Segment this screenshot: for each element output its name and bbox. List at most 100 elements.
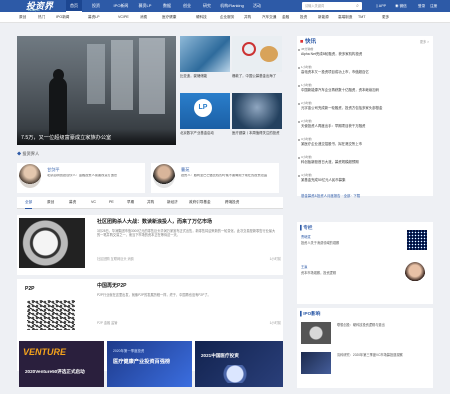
tab-new-economy[interactable]: 新经济: [167, 197, 178, 208]
person-card-2[interactable]: 曹苑 投资人：跟阿里巴巴做比较的时候不要局限于现在的投资范围: [151, 163, 279, 193]
flash-text[interactable]: 某基金完成50亿元人民币募集: [301, 178, 429, 182]
wechat-link[interactable]: ◉ 微信: [395, 0, 407, 12]
flash-news-item[interactable]: 2小时前 天使投资人再度出手：早期项目获千万融资: [298, 119, 429, 128]
nav-item-research[interactable]: 研究: [200, 0, 214, 12]
banner-text: 2021中国医疗投资: [201, 353, 239, 358]
column-author-desc: 投资人关于消费领域的观察: [301, 241, 340, 245]
nav-item-ipo[interactable]: IPO新闻: [110, 0, 132, 12]
column-author-name[interactable]: 曹继斌: [301, 235, 311, 240]
flash-footer-link[interactable]: 基金募资&投资人月度报告 · 全部 · 下载: [301, 194, 429, 198]
article-title[interactable]: 社区团购杀人大战：数读新浪投人，而来了万亿市场: [97, 219, 212, 225]
person-description: 北京启明创投合伙人：金融投资人需要改变打造思: [47, 174, 118, 177]
subnav-item[interactable]: 投资: [300, 12, 307, 23]
tab-all[interactable]: 全部: [25, 197, 33, 209]
thumb-image-2[interactable]: [232, 36, 282, 72]
section-title-people: ◆ 投资界人: [17, 151, 39, 156]
avatar: [19, 164, 41, 188]
subnav-item[interactable]: TMT: [358, 12, 365, 23]
flash-text[interactable]: 中国新能源汽车企业再获数十亿融资，资本继续加码: [301, 88, 429, 92]
nav-item-startup[interactable]: 创业: [180, 0, 194, 12]
flash-news-item[interactable]: 1小时前 中国新能源汽车企业再获数十亿融资，资本继续加码: [298, 83, 429, 92]
flash-more-link[interactable]: 更多 >: [420, 40, 429, 45]
thumb-caption-1[interactable]: 比亚迪，豪赌储能: [180, 74, 230, 79]
hero-banner[interactable]: 7.5万，又一位超级富豪成立家族办公室: [17, 36, 176, 145]
hero-caption: 7.5万，又一位超级富豪成立家族办公室: [17, 129, 176, 145]
article-title[interactable]: 中国再无P2P: [97, 283, 126, 289]
subnav-item[interactable]: 热门: [38, 12, 45, 23]
subnav-item[interactable]: 消费: [140, 12, 147, 23]
ipo-item-title[interactable]: 清科研究：2020年第三季度VC市场募投退观察: [337, 353, 429, 358]
flash-text[interactable]: 高瓴资本又一投资项目成功上市，市值超百亿: [301, 70, 429, 74]
flash-text[interactable]: 科创板新股首日大涨，募资规模超预期: [301, 160, 429, 164]
thumb-caption-4[interactable]: 医疗健康丨本周值得关注的投资: [232, 131, 282, 136]
subnav-item[interactable]: 金融: [282, 12, 289, 23]
thumb-image-3[interactable]: LP: [180, 93, 230, 129]
ipo-thumbnail[interactable]: [301, 352, 331, 374]
subnav-item[interactable]: 医疗健康: [162, 12, 176, 23]
subnav-item[interactable]: 募资LP: [88, 12, 100, 23]
subnav-item[interactable]: 硬科技: [196, 12, 207, 23]
subnav-item[interactable]: 汽车交通: [262, 12, 276, 23]
flash-news-item[interactable]: 3小时前 某医疗企业递交招股书，拟在港交所上市: [298, 137, 429, 146]
subnav-item[interactable]: 新能源: [318, 12, 329, 23]
flash-news-item[interactable]: 3小时前 科创板新股首日大涨，募资规模超预期: [298, 155, 429, 164]
subnav-item[interactable]: 企业服务: [220, 12, 234, 23]
app-link[interactable]: ▯ APP: [376, 0, 386, 12]
nav-item-invest[interactable]: 投资: [88, 0, 104, 12]
tab-vc[interactable]: VC: [91, 197, 96, 208]
nav-item-lp[interactable]: 募资LP: [135, 0, 155, 12]
person-card-1[interactable]: 甘剑平 北京启明创投合伙人：金融投资人需要改变打造思: [17, 163, 145, 193]
nav-item-data[interactable]: 数据: [160, 0, 174, 12]
thumb-logo-decoration: [260, 46, 278, 62]
tab-cross-border[interactable]: 跨境投资: [225, 197, 239, 208]
timeline-dot-icon: [298, 175, 300, 177]
hero-window-decoration: [111, 40, 133, 110]
thumb-caption-2[interactable]: 爆款了，中国公募基金出海了: [232, 74, 282, 79]
ipo-item-title[interactable]: 联想创投：硬科技投资逻辑与退出: [337, 323, 429, 328]
tab-fundraising[interactable]: 募资: [69, 197, 76, 208]
article-tags[interactable]: P2P 金融 监管: [97, 321, 118, 326]
subnav-item[interactable]: IPO新闻: [56, 12, 69, 23]
subnav-item[interactable]: 原创: [19, 12, 26, 23]
flash-news-item[interactable]: 2小时前 元宇宙公司完成新一轮融资，投资方包括多家头部基金: [298, 101, 429, 110]
nav-item-ranking[interactable]: 机构/Ranking: [218, 0, 246, 12]
ipo-thumbnail[interactable]: [301, 322, 331, 344]
flash-text[interactable]: Alpha Net完成B轮融资，获多家机构投资: [301, 52, 429, 56]
banner-medical-ranking[interactable]: 2020年第一季度投资 医疗健康产业投资百强榜: [107, 341, 192, 387]
subnav-item[interactable]: 并购: [244, 12, 251, 23]
login-link[interactable]: 登录: [418, 0, 425, 12]
tab-pe[interactable]: PE: [109, 197, 114, 208]
thumb-caption-3[interactable]: 北京数字产业基金启动: [180, 131, 230, 136]
flash-news-item[interactable]: 45分钟前 Alpha Net完成B轮融资，获多家机构投资: [298, 47, 429, 56]
flash-text[interactable]: 元宇宙公司完成新一轮融资，投资方包括多家头部基金: [301, 106, 429, 110]
article-thumbnail-watch: [19, 218, 85, 268]
flash-news-panel: ■ 快讯 更多 > 45分钟前 Alpha Net完成B轮融资，获多家机构投资 1小…: [297, 36, 433, 198]
thumb-image-4[interactable]: [232, 93, 282, 129]
column-author-name[interactable]: 王瀛: [301, 265, 307, 270]
tab-gov-fund[interactable]: 政府引导基金: [189, 197, 211, 208]
subnav-item[interactable]: 高端制造: [338, 12, 352, 23]
flash-text[interactable]: 天使投资人再度出手：早期项目获千万融资: [301, 124, 429, 128]
flash-news-item[interactable]: 1小时前 高瓴资本又一投资项目成功上市，市值超百亿: [298, 65, 429, 74]
article-summary: P2P行业就在这里出发，就像P2P的发展历程一样，终于，中国再也没有P2P了。: [97, 293, 211, 297]
article-item[interactable]: 社区团购杀人大战：数读新浪投人，而来了万亿市场 3月28日，华润集团市值3000…: [17, 215, 283, 275]
tab-early[interactable]: 早期: [127, 197, 134, 208]
banner-venture50[interactable]: VENTURE 2020Venture50评选正式启动: [19, 341, 104, 387]
article-tags[interactable]: 社区团购 互联网巨头 消费: [97, 257, 134, 262]
banner-medical-investment[interactable]: 2021中国医疗投资: [195, 341, 283, 387]
tab-mna[interactable]: 并购: [147, 197, 154, 208]
site-logo[interactable]: 投资界 PEdaily.cn: [26, 0, 60, 12]
thumb-image-1[interactable]: [180, 36, 230, 72]
search-icon[interactable]: ⌕: [355, 2, 360, 10]
flash-text[interactable]: 某医疗企业递交招股书，拟在港交所上市: [301, 142, 429, 146]
register-link[interactable]: 注册: [430, 0, 437, 12]
flash-news-item[interactable]: 4小时前 某基金完成50亿元人民币募集: [298, 173, 429, 182]
nav-item-events[interactable]: 活动: [250, 0, 264, 12]
subnav-item[interactable]: 更多: [382, 12, 389, 23]
tab-original[interactable]: 原创: [47, 197, 54, 208]
article-time: 1小时前: [269, 257, 281, 261]
subnav-item[interactable]: VC/PE: [118, 12, 129, 23]
search-placeholder: 请输入关键词: [305, 4, 325, 8]
search-input[interactable]: 请输入关键词 ⌕: [302, 2, 362, 10]
nav-item-home[interactable]: 首页: [66, 0, 82, 12]
